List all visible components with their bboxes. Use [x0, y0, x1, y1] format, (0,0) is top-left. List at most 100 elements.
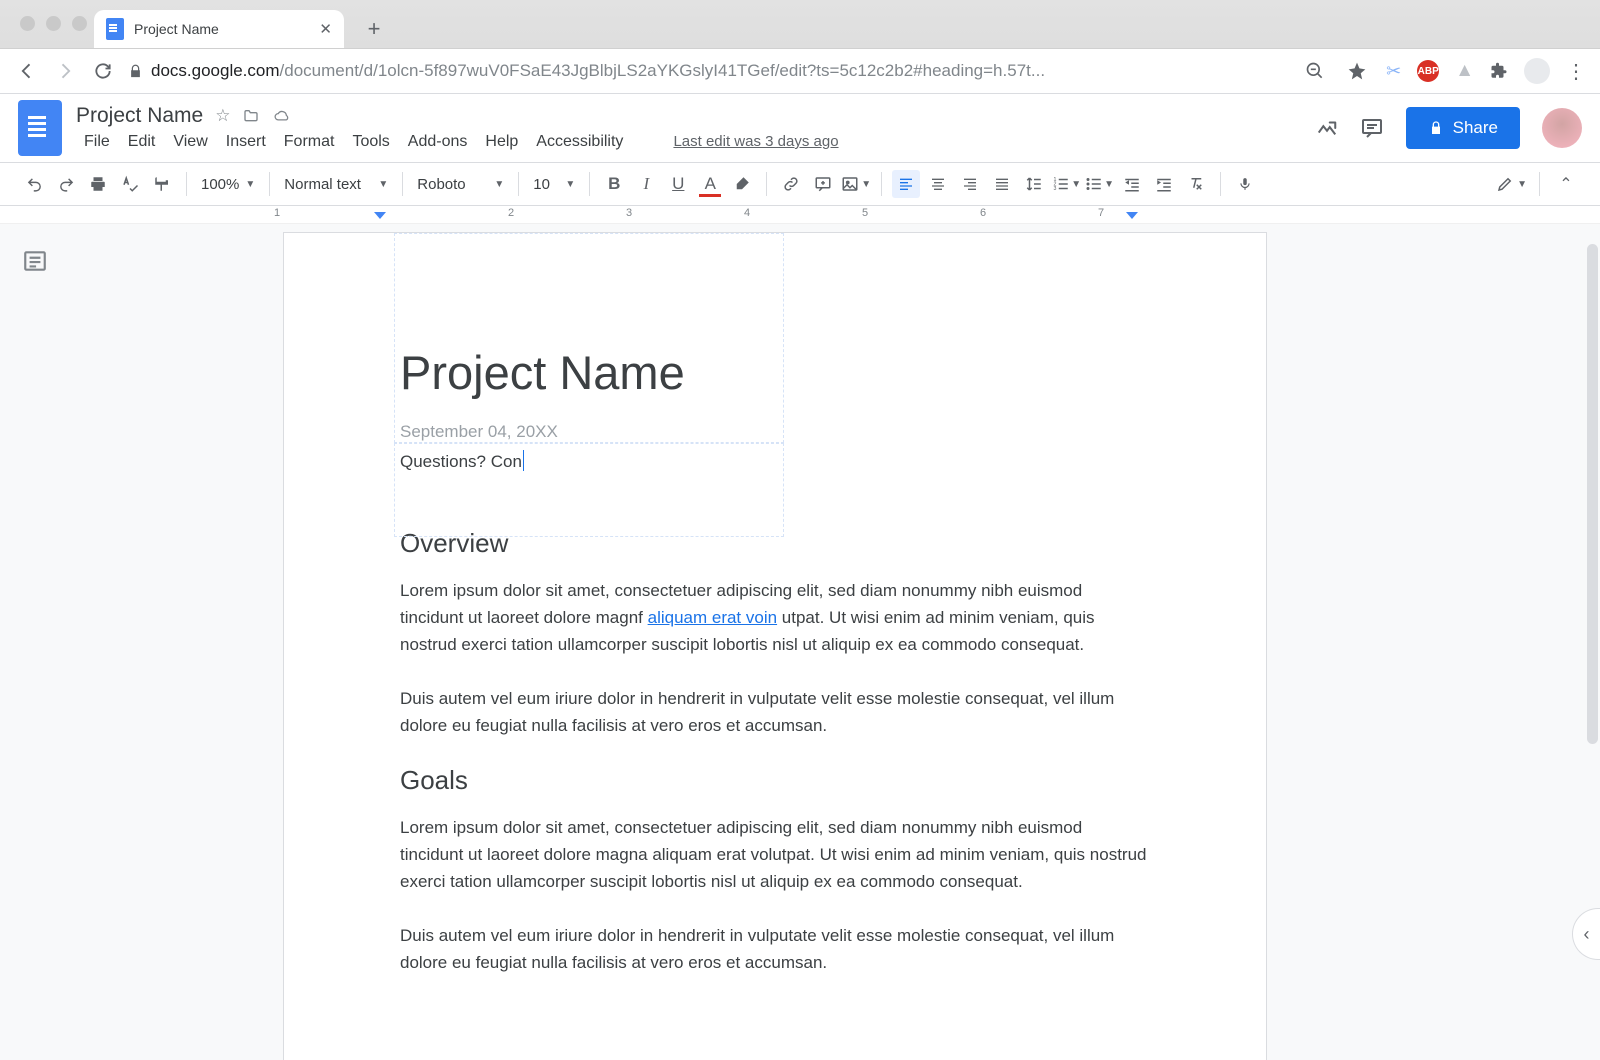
highlight-icon[interactable] [728, 170, 756, 198]
bulleted-list-icon[interactable]: ▼ [1085, 170, 1114, 198]
menu-tools[interactable]: Tools [344, 131, 397, 153]
text-cursor [523, 450, 524, 471]
window-close-icon[interactable] [20, 16, 35, 31]
numbered-list-icon[interactable]: 123▼ [1052, 170, 1081, 198]
zoom-icon[interactable] [1302, 58, 1328, 84]
bookmark-star-icon[interactable] [1344, 58, 1370, 84]
document-outline-icon[interactable] [22, 248, 48, 274]
menu-format[interactable]: Format [276, 131, 343, 153]
doc-heading-goals[interactable]: Goals [400, 765, 1150, 796]
left-indent-marker[interactable] [374, 212, 386, 219]
nav-back-button[interactable] [14, 58, 40, 84]
horizontal-ruler[interactable]: 1 2 3 4 5 6 7 [0, 206, 1600, 224]
extensions-icon[interactable] [1490, 62, 1508, 80]
line-spacing-icon[interactable] [1020, 170, 1048, 198]
abp-extension-icon[interactable]: ABP [1417, 60, 1439, 82]
menu-view[interactable]: View [165, 131, 215, 153]
star-icon[interactable]: ☆ [215, 106, 230, 126]
url-field[interactable]: docs.google.com /document/d/1olcn-5f897w… [128, 61, 1290, 81]
comments-icon[interactable] [1360, 116, 1384, 140]
doc-paragraph[interactable]: Lorem ipsum dolor sit amet, consectetuer… [400, 577, 1150, 659]
redo-icon[interactable] [52, 170, 80, 198]
chrome-profile-avatar[interactable] [1524, 58, 1550, 84]
undo-icon[interactable] [20, 170, 48, 198]
activity-icon[interactable] [1316, 117, 1338, 139]
docs-header: Project Name ☆ File Edit View Insert For… [0, 94, 1600, 162]
menu-help[interactable]: Help [477, 131, 526, 153]
doc-date[interactable]: September 04, 20XX [400, 422, 1150, 442]
menu-edit[interactable]: Edit [120, 131, 164, 153]
zoom-select[interactable]: 100%▼ [197, 176, 259, 193]
lock-icon [128, 64, 143, 79]
address-bar: docs.google.com /document/d/1olcn-5f897w… [0, 49, 1600, 94]
menu-file[interactable]: File [76, 131, 118, 153]
align-center-icon[interactable] [924, 170, 952, 198]
share-label: Share [1453, 118, 1498, 138]
print-icon[interactable] [84, 170, 112, 198]
editing-mode-icon[interactable]: ▼ [1496, 170, 1527, 198]
spellcheck-icon[interactable] [116, 170, 144, 198]
doc-paragraph[interactable]: Duis autem vel eum iriure dolor in hendr… [400, 922, 1150, 976]
insert-link-icon[interactable] [777, 170, 805, 198]
chrome-menu-icon[interactable]: ⋮ [1566, 59, 1586, 84]
doc-paragraph[interactable]: Lorem ipsum dolor sit amet, consectetuer… [400, 814, 1150, 896]
clear-formatting-icon[interactable] [1182, 170, 1210, 198]
move-folder-icon[interactable] [242, 108, 260, 124]
menu-insert[interactable]: Insert [218, 131, 274, 153]
side-panel-toggle-icon[interactable]: ‹ [1572, 908, 1600, 960]
menu-addons[interactable]: Add-ons [400, 131, 476, 153]
doc-heading-title[interactable]: Project Name [400, 345, 1150, 400]
document-page[interactable]: Project Name September 04, 20XX Question… [283, 232, 1267, 1060]
indent-icon[interactable] [1150, 170, 1178, 198]
window-minimize-icon[interactable] [46, 16, 61, 31]
tab-title: Project Name [134, 21, 219, 37]
cloud-status-icon[interactable] [272, 108, 292, 123]
bold-icon[interactable]: B [600, 170, 628, 198]
font-size-select[interactable]: 10▼ [529, 176, 579, 193]
text-color-icon[interactable]: A [696, 170, 724, 198]
menu-bar: File Edit View Insert Format Tools Add-o… [76, 131, 1302, 153]
nav-reload-button[interactable] [90, 58, 116, 84]
doc-inline-link[interactable]: aliquam erat voin [648, 608, 777, 627]
svg-text:3: 3 [1054, 186, 1057, 192]
outdent-icon[interactable] [1118, 170, 1146, 198]
right-indent-marker[interactable] [1126, 212, 1138, 219]
share-button[interactable]: Share [1406, 107, 1520, 149]
align-justify-icon[interactable] [988, 170, 1016, 198]
italic-icon[interactable]: I [632, 170, 660, 198]
template-region-outline [394, 233, 784, 443]
window-controls[interactable] [20, 16, 87, 31]
drive-extension-icon[interactable]: ▲ [1455, 60, 1474, 82]
document-canvas[interactable]: Project Name September 04, 20XX Question… [0, 224, 1600, 1060]
collapse-toolbar-icon[interactable]: ⌃ [1552, 170, 1580, 198]
insert-image-icon[interactable]: ▼ [841, 170, 871, 198]
nav-forward-button[interactable] [52, 58, 78, 84]
lock-icon [1428, 119, 1444, 137]
align-left-icon[interactable] [892, 170, 920, 198]
insert-comment-icon[interactable] [809, 170, 837, 198]
doc-heading-overview[interactable]: Overview [400, 528, 1150, 559]
paragraph-style-select[interactable]: Normal text▼ [280, 176, 392, 193]
google-account-avatar[interactable] [1542, 108, 1582, 148]
last-edit-link[interactable]: Last edit was 3 days ago [673, 133, 838, 150]
paint-format-icon[interactable] [148, 170, 176, 198]
docs-logo-icon[interactable] [18, 100, 62, 156]
voice-typing-icon[interactable] [1231, 170, 1259, 198]
url-path: /document/d/1olcn-5f897wuV0FSaE43JgBlbjL… [280, 61, 1046, 81]
menu-accessibility[interactable]: Accessibility [528, 131, 631, 153]
doc-questions-line[interactable]: Questions? Con [400, 450, 524, 472]
document-title[interactable]: Project Name [76, 104, 203, 128]
browser-tab[interactable]: Project Name ✕ [94, 10, 344, 48]
url-host: docs.google.com [151, 61, 280, 81]
font-family-select[interactable]: Roboto▼ [413, 176, 508, 193]
new-tab-button[interactable]: + [358, 13, 390, 45]
scissors-extension-icon[interactable]: ✂ [1386, 61, 1401, 82]
tab-close-icon[interactable]: ✕ [319, 20, 332, 38]
docs-favicon-icon [106, 18, 124, 40]
vertical-scrollbar[interactable] [1587, 244, 1598, 744]
underline-icon[interactable]: U [664, 170, 692, 198]
window-zoom-icon[interactable] [72, 16, 87, 31]
doc-paragraph[interactable]: Duis autem vel eum iriure dolor in hendr… [400, 685, 1150, 739]
browser-tab-strip: Project Name ✕ + [0, 0, 1600, 49]
align-right-icon[interactable] [956, 170, 984, 198]
